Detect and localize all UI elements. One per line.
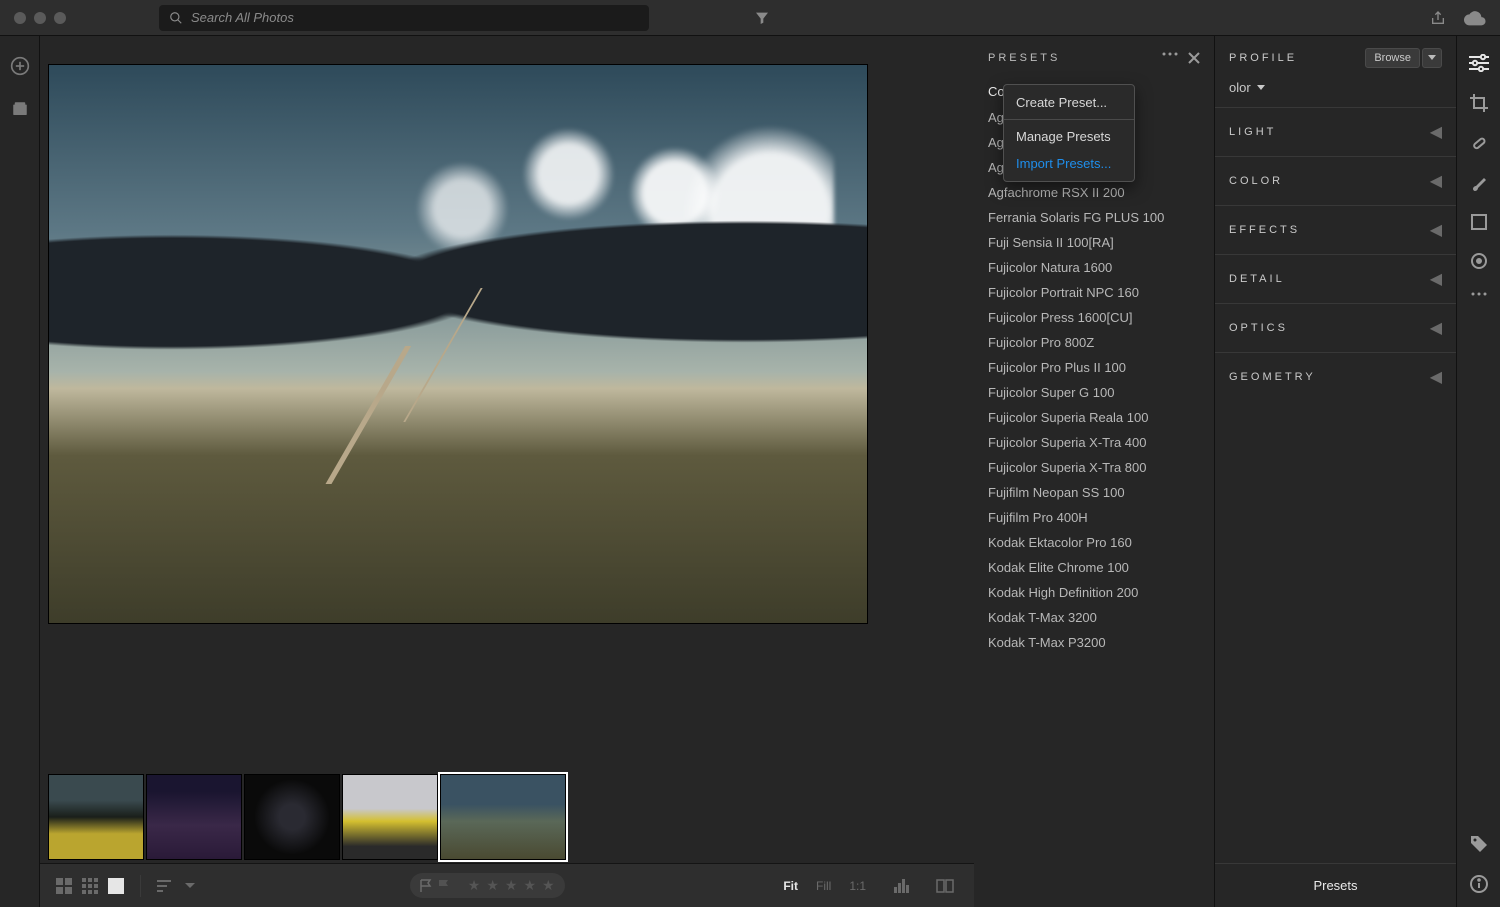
window-zoom[interactable] — [54, 12, 66, 24]
share-icon[interactable] — [1430, 10, 1446, 26]
sort-dropdown-icon[interactable] — [185, 881, 195, 891]
main-photo[interactable] — [48, 64, 868, 624]
preset-item[interactable]: Kodak T-Max 3200 — [974, 605, 1214, 630]
flag-rating-pill: ★ ★ ★ ★ ★ — [410, 873, 565, 898]
section-optics[interactable]: OPTICS◀ — [1215, 303, 1456, 352]
right-tool-rail — [1456, 36, 1500, 907]
zoom-one-to-one[interactable]: 1:1 — [845, 879, 870, 893]
brush-icon[interactable] — [1470, 174, 1488, 192]
center-area: ★ ★ ★ ★ ★ Fit Fill 1:1 — [40, 36, 974, 907]
filmstrip — [40, 771, 974, 863]
square-grid-icon[interactable] — [82, 878, 98, 894]
star-icon[interactable]: ★ — [468, 877, 481, 894]
window-close[interactable] — [14, 12, 26, 24]
detail-view-icon[interactable] — [108, 878, 124, 894]
section-effects[interactable]: EFFECTS◀ — [1215, 205, 1456, 254]
profile-value: olor — [1229, 80, 1251, 95]
section-geometry[interactable]: GEOMETRY◀ — [1215, 352, 1456, 401]
star-icon[interactable]: ★ — [523, 877, 536, 894]
crop-icon[interactable] — [1470, 94, 1488, 112]
browse-button[interactable]: Browse — [1365, 48, 1420, 68]
my-photos-icon[interactable] — [11, 100, 29, 118]
flag-reject-icon[interactable] — [438, 879, 450, 893]
title-bar — [0, 0, 1500, 36]
preset-item[interactable]: Kodak High Definition 200 — [974, 580, 1214, 605]
preset-item[interactable]: Fujicolor Superia X-Tra 400 — [974, 430, 1214, 455]
bottom-bar: ★ ★ ★ ★ ★ Fit Fill 1:1 — [40, 863, 974, 907]
star-icon[interactable]: ★ — [486, 877, 499, 894]
zoom-fill[interactable]: Fill — [812, 879, 835, 893]
section-detail[interactable]: DETAIL◀ — [1215, 254, 1456, 303]
more-tools-icon[interactable] — [1471, 292, 1487, 296]
profile-value-row[interactable]: olor — [1215, 80, 1456, 107]
flag-pick-icon[interactable] — [420, 879, 432, 893]
preset-item[interactable]: Fujifilm Pro 400H — [974, 505, 1214, 530]
left-tool-rail — [0, 36, 40, 907]
preset-item[interactable]: Fujicolor Natura 1600 — [974, 255, 1214, 280]
edit-sliders-icon[interactable] — [1469, 54, 1489, 72]
preset-item[interactable]: Kodak T-Max P3200 — [974, 630, 1214, 655]
preset-item[interactable]: Fujicolor Superia X-Tra 800 — [974, 455, 1214, 480]
ctx-import-presets[interactable]: Import Presets... — [1004, 150, 1134, 177]
preset-item[interactable]: Fujicolor Pro Plus II 100 — [974, 355, 1214, 380]
ctx-create-preset[interactable]: Create Preset... — [1004, 89, 1134, 116]
edit-panel: PROFILE Browse olor LIGHT◀ COLOR◀ EFFECT… — [1214, 36, 1456, 907]
preset-list: Agfa Color Portrait 160Agfa Vista Plus 2… — [974, 105, 1214, 907]
preset-item[interactable]: Fujicolor Portrait NPC 160 — [974, 280, 1214, 305]
preset-item[interactable]: Fujicolor Pro 800Z — [974, 330, 1214, 355]
healing-icon[interactable] — [1470, 134, 1488, 152]
ctx-manage-presets[interactable]: Manage Presets — [1004, 123, 1134, 150]
chevron-down-icon — [1257, 84, 1265, 92]
canvas-area — [40, 36, 974, 771]
presets-context-menu: Create Preset... Manage Presets Import P… — [1003, 84, 1135, 182]
thumbnail[interactable] — [342, 774, 438, 860]
thumbnail[interactable] — [48, 774, 144, 860]
zoom-fit[interactable]: Fit — [779, 879, 802, 893]
sort-icon[interactable] — [157, 879, 175, 893]
tag-icon[interactable] — [1470, 835, 1488, 853]
preset-item[interactable]: Fujicolor Super G 100 — [974, 380, 1214, 405]
search-icon — [169, 11, 183, 25]
thumbnail[interactable] — [244, 774, 340, 860]
presets-title: PRESETS — [988, 52, 1060, 64]
cloud-icon[interactable] — [1464, 10, 1486, 26]
linear-gradient-icon[interactable] — [1471, 214, 1487, 230]
histogram-icon[interactable] — [890, 879, 914, 893]
window-minimize[interactable] — [34, 12, 46, 24]
star-icon[interactable]: ★ — [505, 877, 518, 894]
preset-item[interactable]: Ferrania Solaris FG PLUS 100 — [974, 205, 1214, 230]
preset-item[interactable]: Kodak Elite Chrome 100 — [974, 555, 1214, 580]
window-controls — [14, 12, 66, 24]
search-field[interactable] — [159, 5, 649, 31]
presets-more-icon[interactable] — [1162, 52, 1178, 64]
search-input[interactable] — [191, 10, 639, 25]
section-light[interactable]: LIGHT◀ — [1215, 107, 1456, 156]
add-photo-icon[interactable] — [10, 56, 30, 76]
preset-item[interactable]: Fujicolor Superia Reala 100 — [974, 405, 1214, 430]
presets-footer-button[interactable]: Presets — [1215, 863, 1456, 907]
profile-title: PROFILE — [1229, 52, 1297, 64]
preset-item[interactable]: Fujifilm Neopan SS 100 — [974, 480, 1214, 505]
thumbnail-selected[interactable] — [440, 774, 566, 860]
filter-icon[interactable] — [754, 10, 770, 26]
thumbnail[interactable] — [146, 774, 242, 860]
info-icon[interactable] — [1470, 875, 1488, 893]
compare-icon[interactable] — [932, 879, 958, 893]
preset-item[interactable]: Fuji Sensia II 100[RA] — [974, 230, 1214, 255]
preset-item[interactable]: Fujicolor Press 1600[CU] — [974, 305, 1214, 330]
preset-item[interactable]: Kodak Ektacolor Pro 160 — [974, 530, 1214, 555]
presets-close-icon[interactable] — [1188, 52, 1200, 64]
section-color[interactable]: COLOR◀ — [1215, 156, 1456, 205]
browse-dropdown-icon[interactable] — [1422, 48, 1442, 68]
radial-gradient-icon[interactable] — [1470, 252, 1488, 270]
zoom-controls: Fit Fill 1:1 — [779, 879, 958, 893]
star-icon[interactable]: ★ — [542, 877, 555, 894]
preset-item[interactable]: Agfachrome RSX II 200 — [974, 180, 1214, 205]
grid-view-icon[interactable] — [56, 878, 72, 894]
